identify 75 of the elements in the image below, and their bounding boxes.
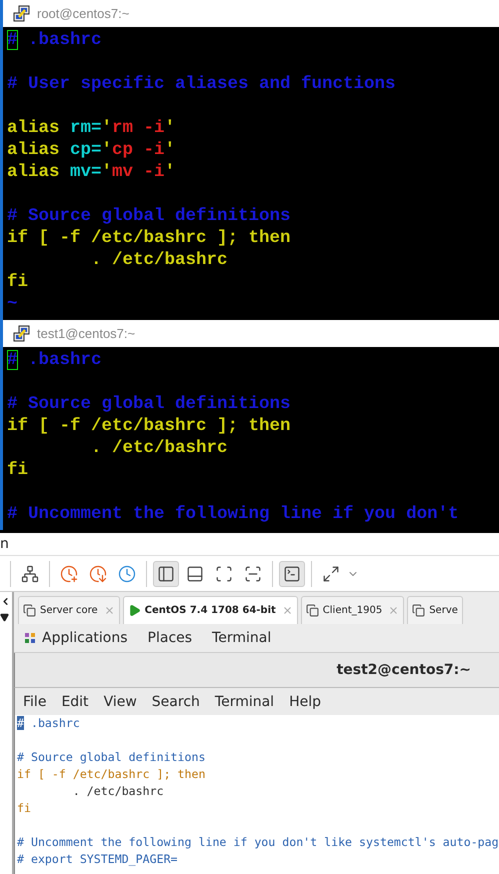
frame-line-icon [244,564,262,582]
code-text: # Source global definitions [7,394,291,414]
window-title: test2@centos7:~ [336,662,471,678]
computer-icon [13,4,31,22]
text-cursor: # [7,350,18,370]
code-text: mv -i [112,162,165,182]
code-text: .bashrc [27,350,102,370]
code-text: if [ -f /etc/bashrc ]; then [17,767,206,781]
menu-item[interactable]: Edit [61,694,89,710]
code-text: fi [7,460,28,480]
code-text: rm= [70,118,102,138]
code-text: alias [7,140,61,160]
code-text: # Source global definitions [17,750,206,764]
clock-plus-icon [60,564,78,582]
code-text: # export SYSTEMD_PAGER= [17,852,178,866]
toolbar-button[interactable] [279,560,305,586]
menu-item[interactable]: Search [152,694,200,710]
window-icon [412,604,426,617]
text-cursor: # [7,30,18,50]
text-cursor: # [17,716,24,730]
code-text: ~ [7,294,18,314]
expand-icon [322,564,340,582]
menu-text[interactable]: n [0,536,9,552]
code-text: cp= [70,140,102,160]
frame-icon [215,564,233,582]
top-bar-menu[interactable]: Applications [42,630,128,646]
menu-item[interactable]: Terminal [214,694,274,710]
bottom-panel-icon [186,564,204,582]
code-text: if [ -f /etc/bashrc ]; then [7,416,291,436]
top-bar-menu[interactable]: Terminal [212,630,272,646]
code-text: cp -i [112,140,165,160]
logo-icon [24,632,36,644]
code-text: # Uncomment the following line if you don't like systemctl's auto-pag [17,835,499,849]
window-title: root@centos7:~ [37,6,130,21]
network-icon [21,564,39,582]
menu-item[interactable]: File [23,694,46,710]
code-text: alias [7,162,61,182]
window-title: test1@centos7:~ [37,326,136,341]
code-text: ' [164,162,176,182]
play-icon [128,604,141,617]
code-text: fi [7,272,28,292]
code-text: ' [164,140,176,160]
terminal-icon [283,564,301,582]
code-text: ' [102,118,112,138]
menu-item[interactable]: Help [289,694,321,710]
vm-tab[interactable]: CentOS 7.4 1708 64-bit [122,596,298,624]
menu-item[interactable]: View [104,694,137,710]
window-icon [306,604,319,617]
code-text: fi [17,801,31,815]
clock-arrow-icon [89,564,107,582]
top-bar-menu[interactable]: Places [148,630,192,646]
code-text: .bashrc [30,716,80,730]
vm-tab[interactable]: Serve [407,596,463,624]
clock-icon [118,564,136,582]
computer-icon [13,324,31,342]
code-text: ' [102,140,112,160]
code-text: mv= [70,162,102,182]
code-text: alias [7,118,61,138]
caret-icon[interactable] [0,613,9,622]
code-text: if [ -f /etc/bashrc ]; then [7,228,291,248]
code-text: rm -i [112,118,165,138]
code-text: .bashrc [27,30,102,50]
sidebar-layout-icon [157,564,175,582]
code-text: . /etc/bashrc [72,784,164,798]
code-text: # Source global definitions [7,206,291,226]
code-text: # User specific aliases and functions [7,74,396,94]
toolbar-button[interactable] [153,560,179,586]
code-text: . /etc/bashrc [90,250,228,270]
code-text: ' [102,162,112,182]
code-text: . /etc/bashrc [90,438,228,458]
vm-tab[interactable]: Server core [18,596,120,624]
window-icon [23,604,36,617]
code-text: ' [164,118,176,138]
vm-tab[interactable]: Client_1905 [300,596,404,624]
code-text: # Uncomment the following line if you don't [7,504,459,524]
